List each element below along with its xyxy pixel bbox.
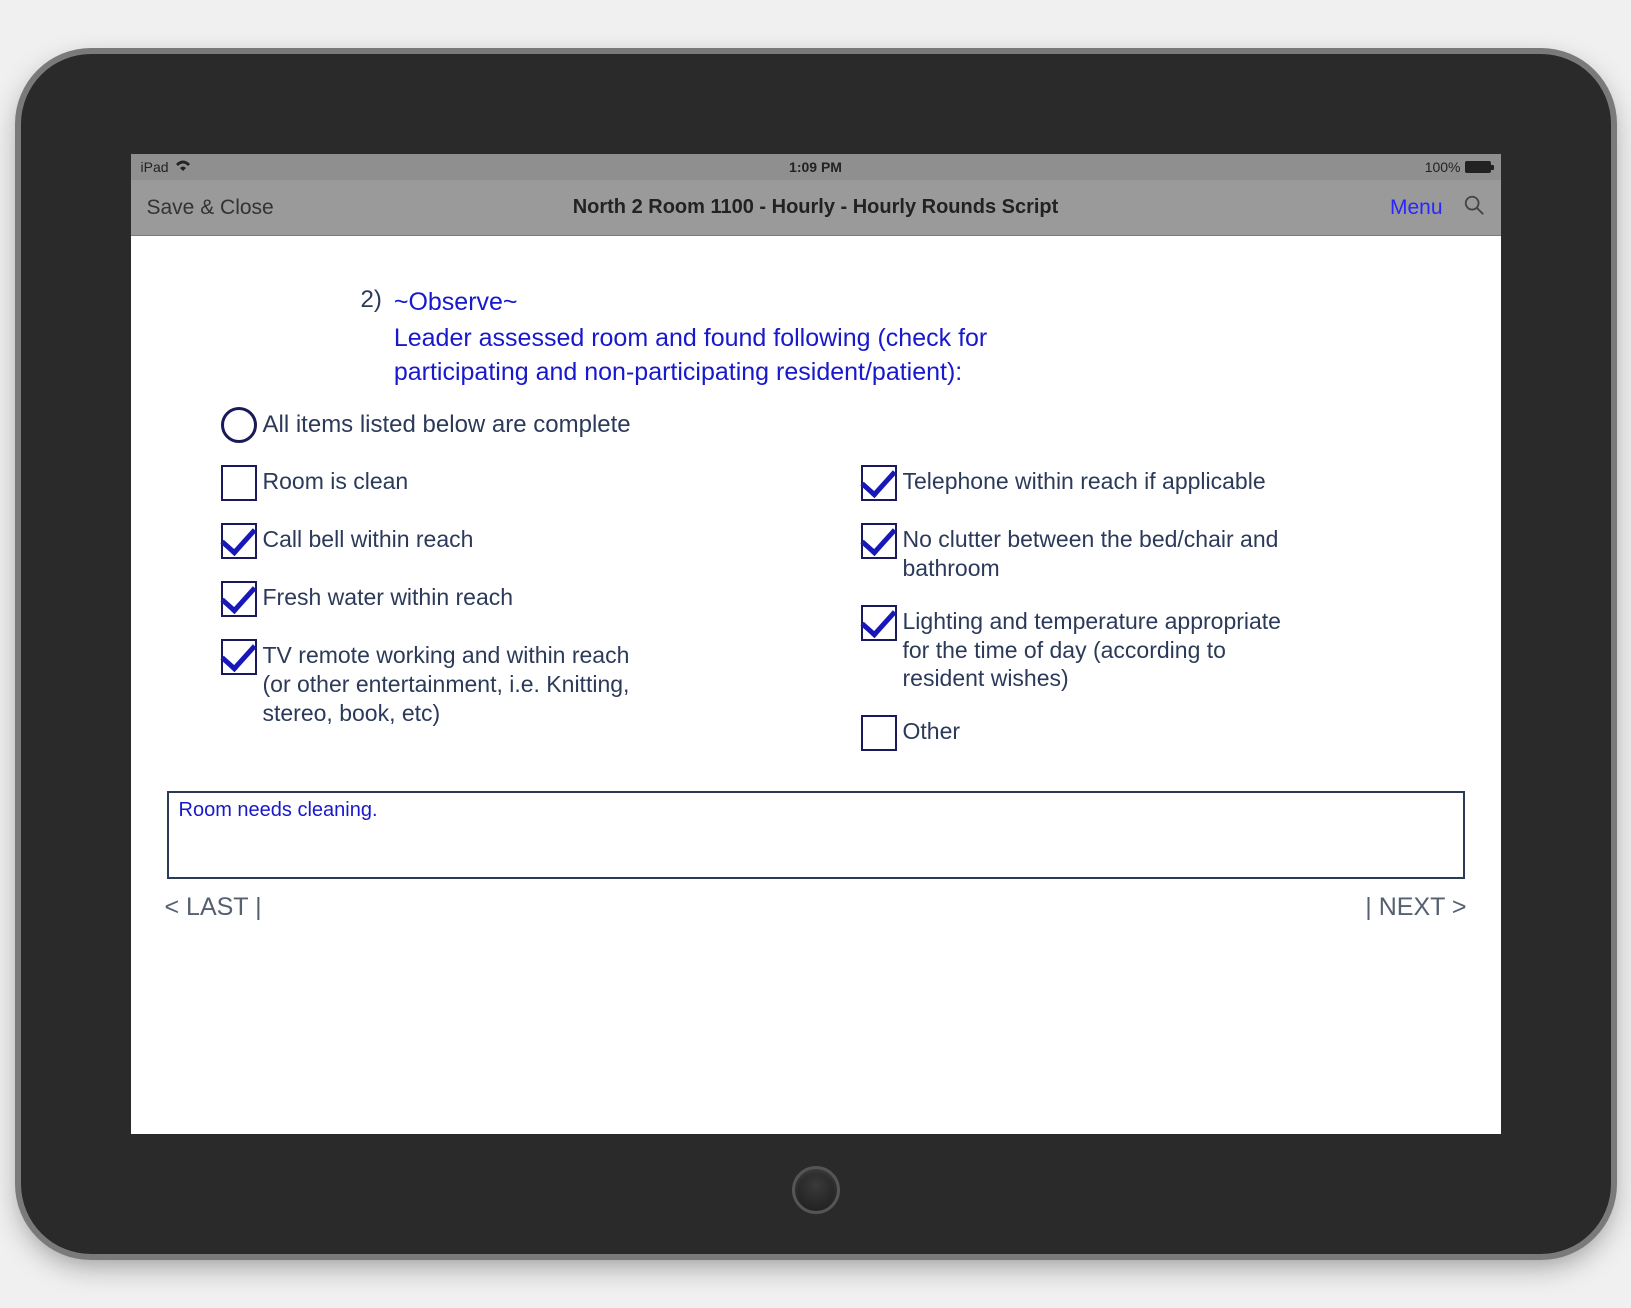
battery-percent: 100%: [1425, 159, 1461, 175]
radio-circle-icon[interactable]: [221, 407, 257, 443]
search-icon[interactable]: [1463, 194, 1485, 221]
menu-button[interactable]: Menu: [1390, 196, 1443, 220]
checkbox-item[interactable]: Fresh water within reach: [221, 581, 831, 617]
home-button[interactable]: [792, 1166, 840, 1214]
save-close-button[interactable]: Save & Close: [147, 196, 274, 220]
wifi-icon: [175, 160, 191, 175]
checkbox-icon[interactable]: [861, 715, 897, 751]
checkbox-icon[interactable]: [861, 605, 897, 641]
screen: iPad 1:09 PM 100% Save & Close North 2 R…: [131, 154, 1501, 1134]
checkbox-item[interactable]: Call bell within reach: [221, 523, 831, 559]
question-heading: ~Observe~: [394, 286, 1094, 320]
checkbox-item[interactable]: Other: [861, 715, 1471, 751]
checkbox-icon[interactable]: [221, 581, 257, 617]
battery-icon: [1465, 161, 1491, 173]
checkbox-label: Lighting and temperature appropriate for…: [903, 605, 1303, 693]
checkbox-grid: Room is clean Call bell within reach Fresh…: [161, 465, 1471, 751]
checkbox-label: Other: [903, 715, 961, 746]
checkbox-label: Fresh water within reach: [263, 581, 514, 612]
checkbox-label: No clutter between the bed/chair and bat…: [903, 523, 1303, 583]
checkbox-icon[interactable]: [221, 465, 257, 501]
tablet-frame: iPad 1:09 PM 100% Save & Close North 2 R…: [21, 54, 1611, 1254]
checkbox-label: Telephone within reach if applicable: [903, 465, 1266, 496]
status-time: 1:09 PM: [789, 159, 842, 175]
checkbox-label: Room is clean: [263, 465, 409, 496]
question-prompt: Leader assessed room and found following…: [394, 322, 1094, 390]
checkbox-icon[interactable]: [861, 465, 897, 501]
checkbox-icon[interactable]: [221, 639, 257, 675]
radio-label: All items listed below are complete: [263, 411, 631, 439]
content-area: 2) ~Observe~ Leader assessed room and fo…: [131, 236, 1501, 1134]
checkbox-label: TV remote working and within reach (or o…: [263, 639, 663, 727]
radio-all-complete[interactable]: All items listed below are complete: [161, 407, 1471, 443]
checkbox-item[interactable]: Telephone within reach if applicable: [861, 465, 1471, 501]
checkbox-item[interactable]: No clutter between the bed/chair and bat…: [861, 523, 1471, 583]
question-number: 2): [361, 286, 394, 389]
device-label: iPad: [141, 159, 169, 175]
checkbox-icon[interactable]: [861, 523, 897, 559]
question-block: 2) ~Observe~ Leader assessed room and fo…: [161, 286, 1471, 389]
nav-bar: Save & Close North 2 Room 1100 - Hourly …: [131, 180, 1501, 236]
last-button[interactable]: < LAST |: [165, 893, 262, 922]
checkbox-item[interactable]: Room is clean: [221, 465, 831, 501]
checkbox-icon[interactable]: [221, 523, 257, 559]
notes-input[interactable]: Room needs cleaning.: [167, 791, 1465, 879]
checkbox-item[interactable]: Lighting and temperature appropriate for…: [861, 605, 1471, 693]
page-title: North 2 Room 1100 - Hourly - Hourly Roun…: [573, 196, 1059, 219]
checkbox-item[interactable]: TV remote working and within reach (or o…: [221, 639, 831, 727]
footer-nav: < LAST | | NEXT >: [161, 879, 1471, 928]
next-button[interactable]: | NEXT >: [1365, 893, 1466, 922]
status-bar: iPad 1:09 PM 100%: [131, 154, 1501, 180]
checkbox-label: Call bell within reach: [263, 523, 474, 554]
